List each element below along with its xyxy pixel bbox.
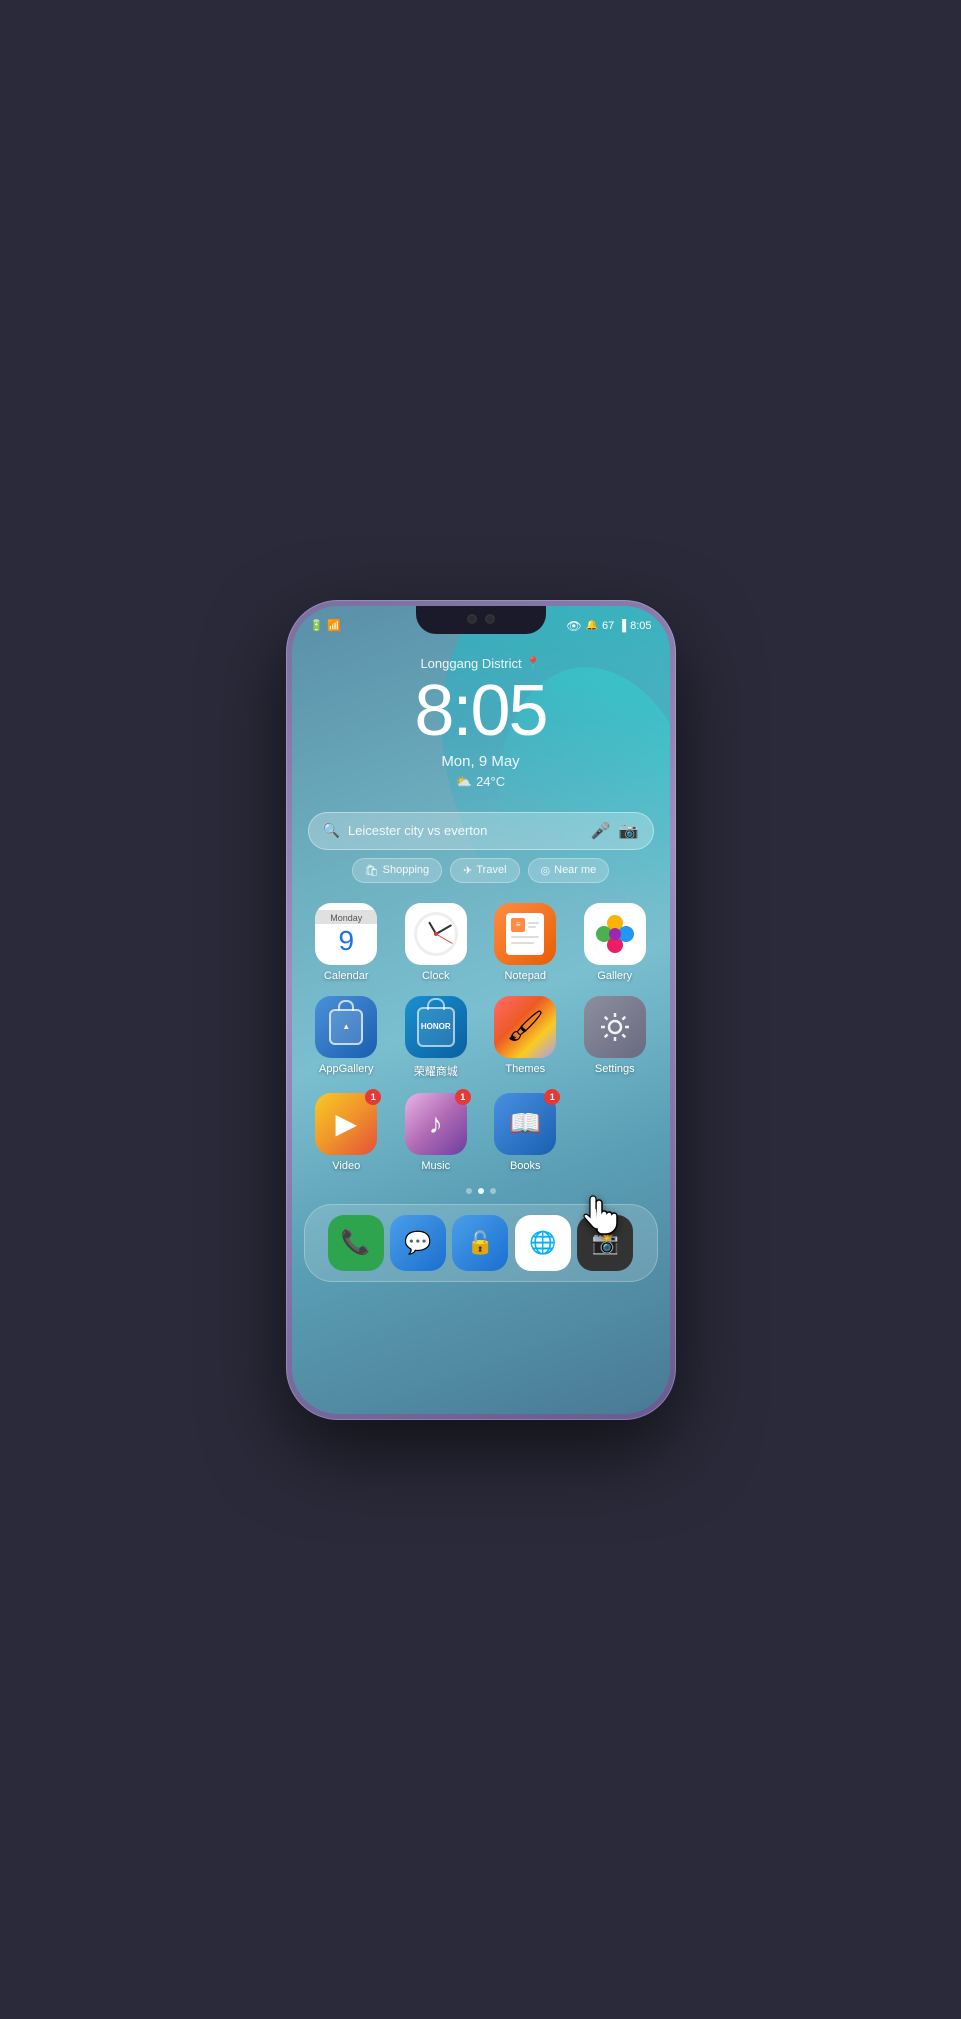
dock-browser[interactable]: 🌐 [515, 1215, 571, 1271]
app-appgallery[interactable]: ▲ AppGallery [306, 996, 388, 1079]
nearby-icon: ◎ [541, 864, 551, 877]
app-music[interactable]: ♪ 1 Music [395, 1093, 477, 1172]
quick-link-nearby[interactable]: ◎ Near me [528, 858, 610, 883]
dot-1 [466, 1188, 472, 1194]
search-icon: 🔍 [323, 822, 340, 839]
appgallery-icon: ▲ [315, 996, 377, 1058]
quick-link-shopping[interactable]: 🛍 Shopping [352, 858, 442, 883]
dock-lock[interactable]: 🔓 [452, 1215, 508, 1271]
location-display: Longgang District 📍 [292, 656, 670, 671]
dot-3 [490, 1188, 496, 1194]
front-camera [467, 614, 477, 624]
shopping-label: Shopping [383, 864, 430, 876]
wifi-icon: 📶 [327, 619, 341, 632]
phone-frame: 🔋 📶 👁 🔔 67 ▐ 8:05 Longgang District 📍 8:… [286, 600, 676, 1420]
dot-2 [478, 1188, 484, 1194]
gallery-icon [584, 903, 646, 965]
calendar-date-number: 9 [338, 924, 354, 958]
battery-icon: 🔋 [310, 619, 324, 632]
second-hand [436, 933, 453, 943]
page-indicator [292, 1188, 670, 1194]
empty-slot [574, 1093, 656, 1172]
clock-face [414, 912, 458, 956]
calendar-day-label: Monday [315, 910, 377, 924]
app-clock[interactable]: Clock [395, 903, 477, 982]
travel-icon: ✈ [463, 864, 472, 877]
quick-link-travel[interactable]: ✈ Travel [450, 858, 519, 883]
themes-icon: 🖌 [494, 996, 556, 1058]
sensors [485, 614, 495, 624]
battery-level: 67 [602, 620, 614, 632]
app-grid-row3: ▶ 1 Video ♪ 1 Music [292, 1079, 670, 1172]
weather-display: ⛅ 24°C [292, 774, 670, 790]
travel-label: Travel [476, 864, 506, 876]
calendar-label: Calendar [324, 970, 369, 982]
app-dock: 📞 💬 🔓 🌐 📸 [304, 1204, 658, 1282]
notch-cameras [467, 614, 495, 624]
dock-phone[interactable]: 📞 [328, 1215, 384, 1271]
app-books[interactable]: 📖 1 Books [485, 1093, 567, 1172]
dock-camera[interactable]: 📸 [577, 1215, 633, 1271]
battery-bar: ▐ [618, 620, 626, 632]
lockscreen-info: Longgang District 📍 8:05 Mon, 9 May ⛅ 24… [292, 638, 670, 798]
honor-label: 荣耀商城 [414, 1063, 458, 1079]
clock-icon [405, 903, 467, 965]
app-grid-row1: Monday 9 Calendar Clock [292, 889, 670, 982]
themes-label: Themes [505, 1063, 545, 1075]
microphone-icon[interactable]: 🎤 [591, 821, 611, 841]
calendar-icon: Monday 9 [315, 903, 377, 965]
alarm-icon: 🔔 [586, 620, 598, 631]
camera-search-icon[interactable]: 📷 [619, 821, 639, 841]
search-bar[interactable]: 🔍 Leicester city vs everton 🎤 📷 [308, 812, 654, 850]
phone-screen: 🔋 📶 👁 🔔 67 ▐ 8:05 Longgang District 📍 8:… [292, 606, 670, 1414]
app-themes[interactable]: 🖌 Themes [485, 996, 567, 1079]
app-calendar[interactable]: Monday 9 Calendar [306, 903, 388, 982]
music-label: Music [421, 1160, 450, 1172]
shopping-icon: 🛍 [365, 864, 379, 877]
search-input[interactable]: Leicester city vs everton [348, 823, 583, 838]
app-notepad[interactable]: ≡ Notepad [485, 903, 567, 982]
books-label: Books [510, 1160, 541, 1172]
dock-sms[interactable]: 💬 [390, 1215, 446, 1271]
notepad-icon: ≡ [494, 903, 556, 965]
books-badge: 1 [544, 1089, 560, 1105]
settings-label: Settings [595, 1063, 635, 1075]
notch [416, 606, 546, 634]
notepad-label: Notepad [504, 970, 546, 982]
clock-label: Clock [422, 970, 450, 982]
clock-time: 8:05 [630, 620, 651, 632]
app-honor[interactable]: HONOR 荣耀商城 [395, 996, 477, 1079]
appgallery-label: AppGallery [319, 1063, 373, 1075]
clock-center-dot [434, 932, 438, 936]
app-settings[interactable]: Settings [574, 996, 656, 1079]
gallery-label: Gallery [597, 970, 632, 982]
weather-icon: ⛅ [456, 774, 472, 790]
temperature-text: 24°C [476, 774, 505, 789]
app-grid-row2: ▲ AppGallery HONOR 荣耀商城 🖌 [292, 982, 670, 1079]
status-right: 👁 🔔 67 ▐ 8:05 [566, 619, 651, 633]
location-pin-icon: 📍 [526, 656, 541, 670]
video-badge: 1 [365, 1089, 381, 1105]
location-text: Longgang District [420, 656, 521, 671]
lockscreen-date: Mon, 9 May [292, 753, 670, 770]
video-label: Video [332, 1160, 360, 1172]
status-left: 🔋 📶 [310, 619, 341, 632]
quick-links: 🛍 Shopping ✈ Travel ◎ Near me [308, 858, 654, 883]
honor-icon: HONOR [405, 996, 467, 1058]
eye-icon: 👁 [566, 619, 581, 633]
app-video[interactable]: ▶ 1 Video [306, 1093, 388, 1172]
nearby-label: Near me [554, 864, 596, 876]
music-badge: 1 [455, 1089, 471, 1105]
app-gallery[interactable]: Gallery [574, 903, 656, 982]
settings-icon [584, 996, 646, 1058]
lockscreen-time: 8:05 [292, 675, 670, 747]
